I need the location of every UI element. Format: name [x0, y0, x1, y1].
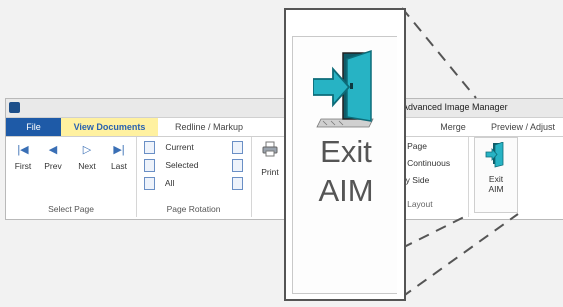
zoomed-exit-label-line1: Exit — [320, 134, 372, 169]
exit-aim-zoom-callout: Exit AIM — [284, 8, 406, 301]
zoomed-exit-label-line2: AIM — [318, 173, 374, 208]
zoom-callout-lines — [401, 7, 519, 298]
zoomed-exit-label: Exit AIM — [296, 132, 396, 210]
exit-door-icon-large — [313, 49, 374, 128]
